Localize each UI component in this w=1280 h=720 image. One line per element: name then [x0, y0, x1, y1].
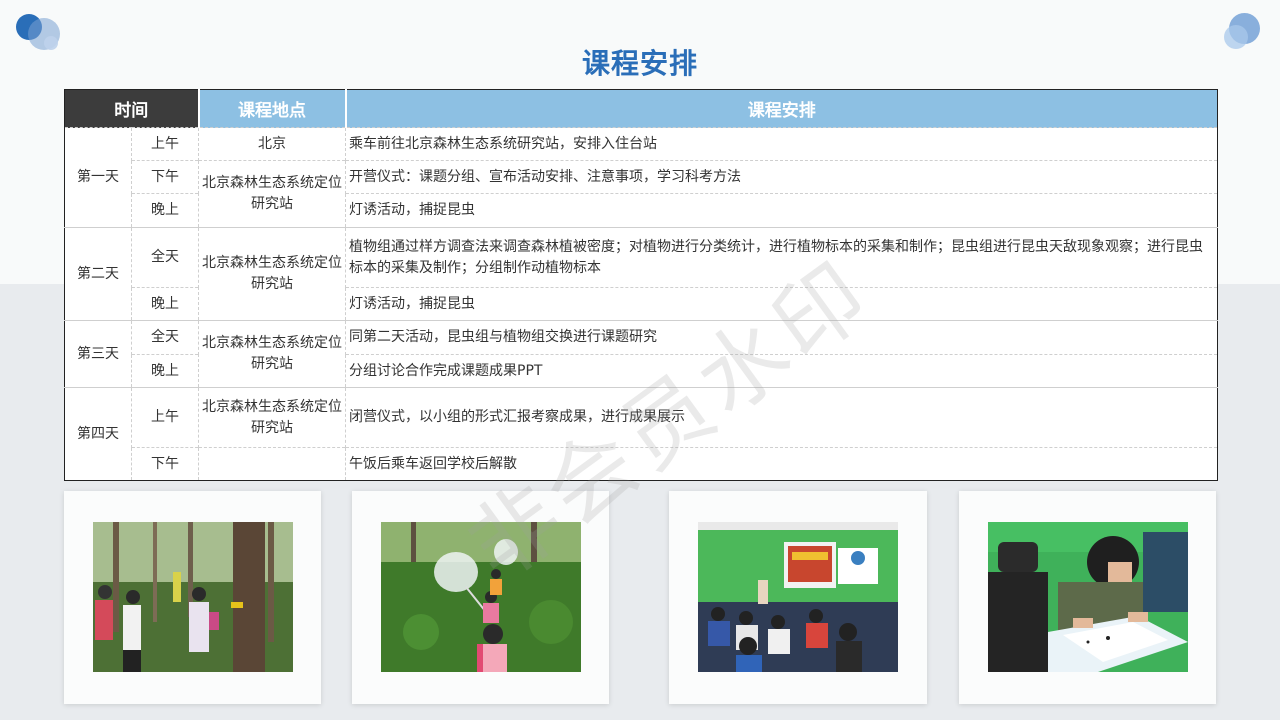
- photo-card: [959, 491, 1216, 704]
- period-cell: 晚上: [131, 193, 199, 228]
- plan-cell: 分组讨论合作完成课题成果PPT: [345, 354, 1218, 388]
- day-cell: 第一天: [64, 127, 132, 228]
- table-row: 下午 北京森林生态系统定位研究站 开营仪式：课题分组、宣布活动安排、注意事项，学…: [65, 160, 1218, 228]
- day-cell: 第四天: [64, 387, 132, 481]
- plan-cell: 灯诱活动，捕捉昆虫: [345, 287, 1218, 321]
- photo-card: [352, 491, 609, 704]
- period-cell: 晚上: [131, 354, 199, 388]
- page-title: 课程安排: [581, 47, 698, 80]
- table-row: 第四天 上午 北京森林生态系统定位研究站 闭营仪式，以小组的形式汇报考察成果，进…: [64, 387, 1218, 481]
- table-row: 第二天 全天 北京森林生态系统定位研究站 植物组通过样方调查法来调查森林植被密度…: [64, 227, 1218, 321]
- period-cell: 下午: [131, 160, 199, 194]
- place-cell: 北京森林生态系统定位研究站: [198, 227, 346, 321]
- place-cell: 北京: [198, 127, 346, 161]
- schedule-table: 时间 课程地点 课程安排 第一天 上午 北京 乘车前往北京森林生态系统研究站，安…: [64, 89, 1218, 481]
- butterfly-net-photo: [381, 522, 581, 672]
- day-cell: 第二天: [64, 227, 132, 321]
- plan-cell: 乘车前往北京森林生态系统研究站，安排入住台站: [345, 127, 1218, 161]
- place-cell: 北京森林生态系统定位研究站: [198, 160, 346, 228]
- period-cell: 全天: [131, 227, 199, 288]
- period-cell: 全天: [131, 320, 199, 355]
- plan-cell: 闭营仪式，以小组的形式汇报考察成果，进行成果展示: [345, 387, 1218, 448]
- forest-activity-photo: [93, 522, 293, 672]
- header-plan: 课程安排: [345, 89, 1218, 128]
- table-row: 第一天 上午 北京 乘车前往北京森林生态系统研究站，安排入住台站: [64, 127, 1218, 228]
- classroom-photo: [698, 522, 898, 672]
- period-cell: 晚上: [131, 287, 199, 321]
- table-header-row: 时间 课程地点 课程安排: [64, 89, 1218, 128]
- period-cell: 上午: [131, 387, 199, 448]
- header-place: 课程地点: [198, 89, 347, 128]
- place-cell-empty: [198, 447, 346, 481]
- table-row: 第三天 全天 北京森林生态系统定位研究站 同第二天活动，昆虫组与植物组交换进行课…: [64, 320, 1218, 388]
- header-time: 时间: [64, 89, 200, 128]
- plan-cell: 开营仪式：课题分组、宣布活动安排、注意事项，学习科考方法: [345, 160, 1218, 194]
- period-cell: 下午: [131, 447, 199, 481]
- plan-cell: 植物组通过样方调查法来调查森林植被密度；对植物进行分类统计，进行植物标本的采集和…: [345, 227, 1218, 288]
- day-cell: 第三天: [64, 320, 132, 388]
- plan-cell: 同第二天活动，昆虫组与植物组交换进行课题研究: [345, 320, 1218, 355]
- table-row: 下午 午饭后乘车返回学校后解散: [65, 447, 1218, 481]
- period-cell: 上午: [131, 127, 199, 161]
- place-cell: 北京森林生态系统定位研究站: [198, 320, 346, 388]
- plan-cell: 午饭后乘车返回学校后解散: [345, 447, 1218, 481]
- photo-card: [669, 491, 927, 704]
- place-cell: 北京森林生态系统定位研究站: [198, 387, 346, 448]
- specimen-making-photo: [988, 522, 1188, 672]
- photo-card: [64, 491, 321, 704]
- plan-cell: 灯诱活动，捕捉昆虫: [345, 193, 1218, 228]
